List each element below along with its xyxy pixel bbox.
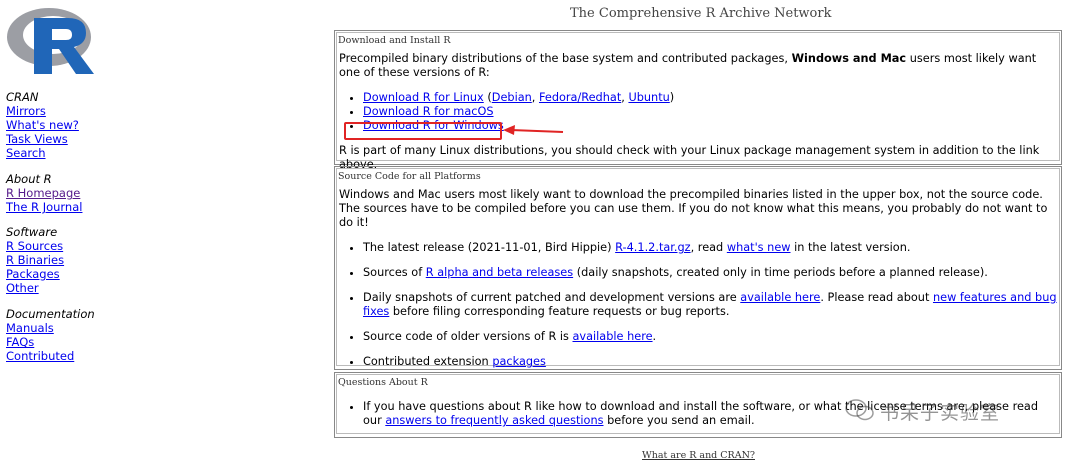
download-install-box: Download and Install R Precompiled binar… bbox=[334, 30, 1062, 171]
nav-link-r-binaries[interactable]: R Binaries bbox=[6, 253, 64, 267]
list-item-macos: Download R for macOS bbox=[363, 105, 1059, 119]
faq-answers-link[interactable]: answers to frequently asked questions bbox=[385, 414, 603, 427]
item-text: Sources of bbox=[363, 266, 426, 279]
nav-group-software: Software R Sources R Binaries Packages O… bbox=[6, 225, 64, 295]
download-linux-link[interactable]: Download R for Linux bbox=[363, 91, 484, 104]
windows-highlight-box bbox=[344, 122, 502, 140]
nav-header-software: Software bbox=[6, 225, 58, 239]
nav-link-task-views[interactable]: Task Views bbox=[6, 132, 79, 146]
nav-link-r-journal[interactable]: The R Journal bbox=[6, 200, 82, 214]
nav-link-r-sources[interactable]: R Sources bbox=[6, 239, 64, 253]
item-text: . bbox=[652, 330, 657, 343]
nav-link-r-homepage[interactable]: R Homepage bbox=[6, 186, 82, 200]
list-item-packages: Contributed extension packages bbox=[363, 355, 1059, 369]
list-item-linux: Download R for Linux (Debian, Fedora/Red… bbox=[363, 91, 1059, 105]
nav-header-about: About R bbox=[6, 172, 52, 186]
nav-header-cran: CRAN bbox=[6, 90, 39, 104]
list-item-alpha-beta: Sources of R alpha and beta releases (da… bbox=[363, 266, 1059, 280]
paren-close: ) bbox=[669, 91, 675, 104]
nav-header-documentation: Documentation bbox=[6, 307, 95, 321]
older-available-link[interactable]: available here bbox=[573, 330, 653, 343]
daily-available-link[interactable]: available here bbox=[740, 291, 820, 304]
list-item-latest: The latest release (2021-11-01, Bird Hip… bbox=[363, 241, 1059, 255]
whats-new-link[interactable]: what's new bbox=[727, 241, 791, 254]
watermark-text: 书呆子实验室 bbox=[880, 402, 1001, 424]
arrow-left-icon bbox=[503, 125, 564, 135]
item-text: Source code of older versions of R is bbox=[363, 330, 573, 343]
download-intro-text: Precompiled binary distributions of the … bbox=[339, 52, 792, 65]
item-text: (daily snapshots, created only in time p… bbox=[573, 266, 988, 279]
nav-link-mirrors[interactable]: Mirrors bbox=[6, 104, 79, 118]
box-title-questions: Questions About R bbox=[338, 377, 428, 388]
item-text: Daily snapshots of current patched and d… bbox=[363, 291, 741, 304]
paren-open: ( bbox=[483, 91, 492, 104]
source-intro: Windows and Mac users most likely want t… bbox=[339, 188, 1048, 229]
item-text: The latest release (2021-11-01, Bird Hip… bbox=[363, 241, 616, 254]
download-macos-link[interactable]: Download R for macOS bbox=[363, 105, 494, 118]
source-list: The latest release (2021-11-01, Bird Hip… bbox=[337, 241, 1059, 369]
separator: , bbox=[531, 91, 539, 104]
download-intro-bold: Windows and Mac bbox=[791, 52, 907, 65]
alpha-beta-link[interactable]: R alpha and beta releases bbox=[426, 266, 573, 279]
list-item-older: Source code of older versions of R is av… bbox=[363, 330, 1059, 344]
download-intro: Precompiled binary distributions of the … bbox=[337, 52, 1059, 80]
item-text: If you have questions about R like how t… bbox=[363, 400, 874, 413]
nav-group-documentation: Documentation Manuals FAQs Contributed bbox=[6, 307, 95, 363]
box-title-source: Source Code for all Platforms bbox=[338, 171, 481, 182]
packages-link[interactable]: packages bbox=[492, 355, 546, 368]
item-text: before filing corresponding feature requ… bbox=[389, 305, 730, 318]
nav-link-contributed[interactable]: Contributed bbox=[6, 349, 95, 363]
list-item-daily: Daily snapshots of current patched and d… bbox=[363, 291, 1059, 319]
what-are-r-cran-link[interactable]: What are R and CRAN? bbox=[642, 450, 755, 461]
site-title: The Comprehensive R Archive Network bbox=[570, 6, 832, 21]
nav-group-about: About R R Homepage The R Journal bbox=[6, 172, 82, 214]
item-text: before you send an email. bbox=[603, 414, 755, 427]
fedora-link[interactable]: Fedora/Redhat bbox=[539, 91, 621, 104]
source-code-box: Source Code for all Platforms Windows an… bbox=[334, 166, 1062, 370]
item-text: in the latest version. bbox=[790, 241, 911, 254]
item-text: , read bbox=[690, 241, 727, 254]
nav-link-search[interactable]: Search bbox=[6, 146, 79, 160]
wechat-icon bbox=[845, 399, 874, 421]
nav-link-faqs[interactable]: FAQs bbox=[6, 335, 95, 349]
ubuntu-link[interactable]: Ubuntu bbox=[628, 91, 669, 104]
r-tarball-link[interactable]: R-4.1.2.tar.gz bbox=[615, 241, 690, 254]
nav-link-whats-new[interactable]: What's new? bbox=[6, 118, 79, 132]
r-logo[interactable] bbox=[4, 4, 98, 76]
nav-link-packages[interactable]: Packages bbox=[6, 267, 64, 281]
nav-link-other[interactable]: Other bbox=[6, 281, 64, 295]
debian-link[interactable]: Debian bbox=[492, 91, 532, 104]
nav-group-cran: CRAN Mirrors What's new? Task Views Sear… bbox=[6, 90, 79, 160]
nav-link-manuals[interactable]: Manuals bbox=[6, 321, 95, 335]
item-text: . Please read about bbox=[820, 291, 933, 304]
box-title-download: Download and Install R bbox=[338, 35, 451, 46]
item-text: Contributed extension bbox=[363, 355, 493, 368]
